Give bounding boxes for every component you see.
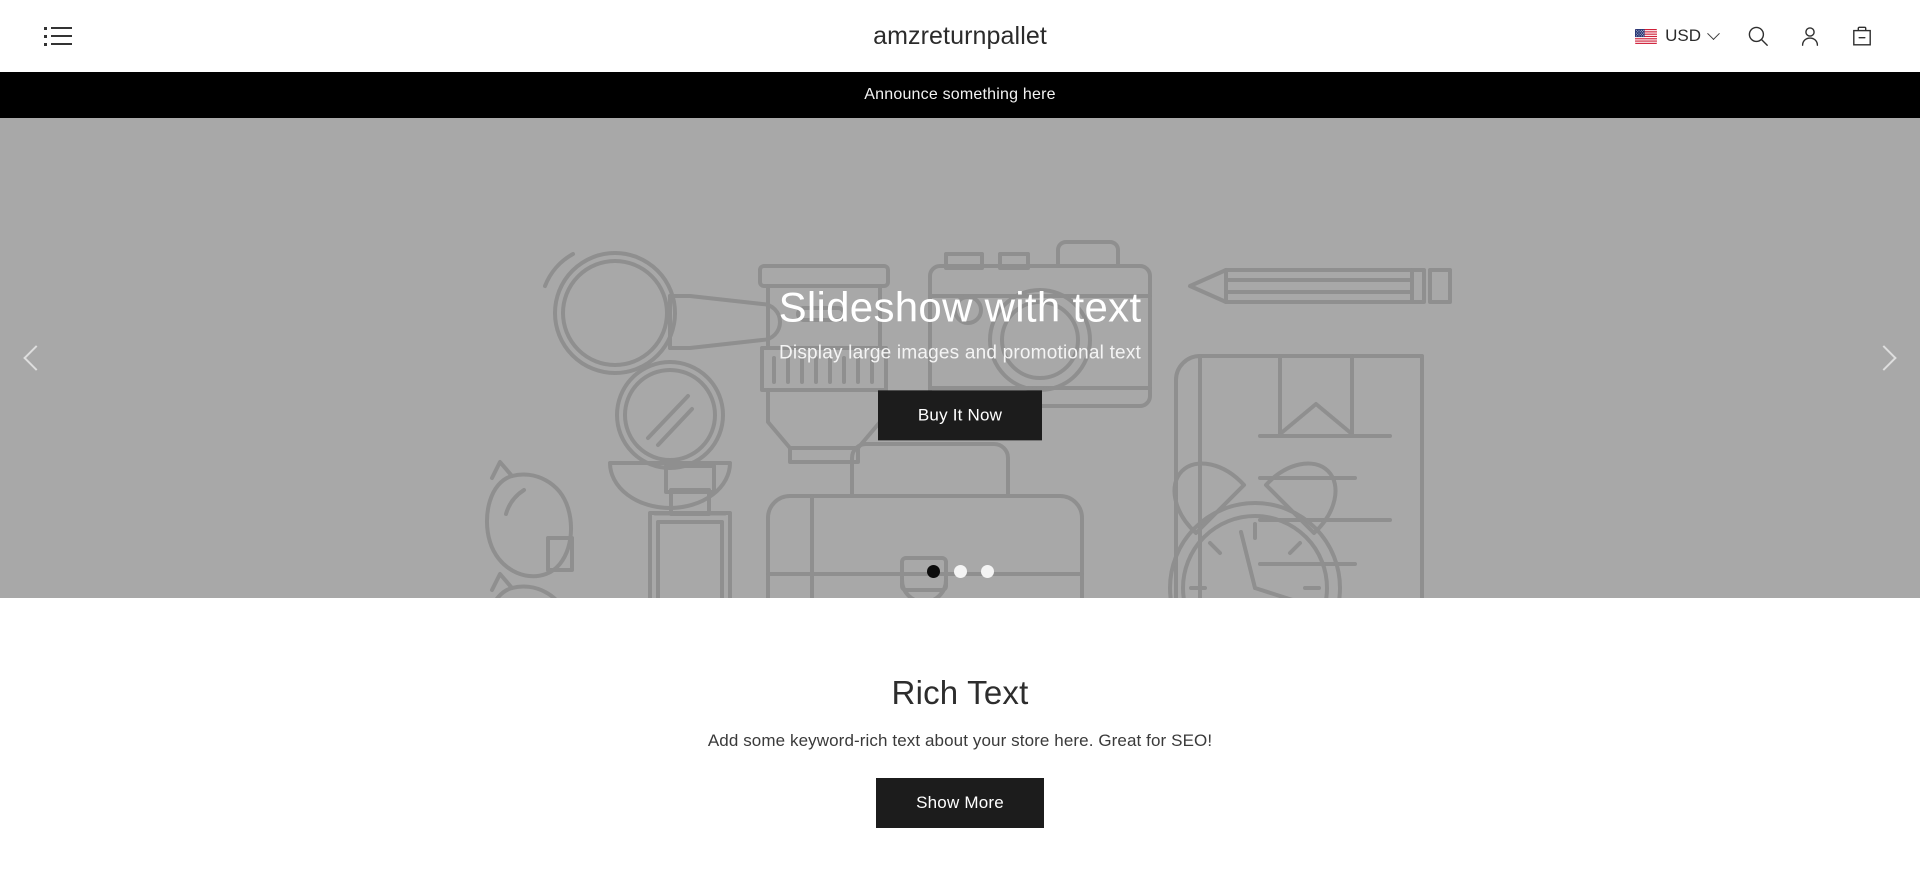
rich-text-section: Rich Text Add some keyword-rich text abo…: [0, 598, 1920, 828]
announcement-text: Announce something here: [864, 86, 1056, 103]
slideshow-dot-2[interactable]: [953, 565, 967, 578]
hamburger-menu-button[interactable]: [36, 16, 76, 56]
account-icon: [1799, 25, 1821, 47]
search-icon: [1747, 25, 1769, 47]
menu-bullet-icon: [44, 34, 47, 38]
menu-bar-icon: [51, 35, 72, 37]
currency-code-label: USD: [1665, 26, 1701, 45]
search-button[interactable]: [1736, 14, 1780, 58]
buy-it-now-button[interactable]: Buy It Now: [877, 390, 1043, 441]
menu-line-3: [44, 42, 76, 46]
menu-bar-icon: [51, 27, 72, 29]
chevron-right-icon: [1871, 345, 1897, 371]
us-flag-icon: [1635, 28, 1658, 44]
chevron-down-icon: [1707, 26, 1720, 40]
menu-line-1: [44, 26, 76, 30]
chevron-left-icon: [23, 345, 49, 371]
slideshow-prev-button[interactable]: [10, 332, 62, 384]
hero-slideshow: Slideshow with text Display large images…: [0, 118, 1920, 598]
slideshow-dot-3[interactable]: [980, 565, 994, 578]
rich-text-heading: Rich Text: [891, 674, 1029, 711]
slideshow-next-button[interactable]: [1858, 332, 1910, 384]
show-more-button[interactable]: Show More: [876, 778, 1044, 828]
menu-bullet-icon: [44, 26, 47, 30]
slideshow-heading: Slideshow with text: [778, 283, 1142, 331]
menu-line-2: [44, 34, 76, 38]
account-button[interactable]: [1788, 14, 1832, 58]
cart-button[interactable]: [1840, 14, 1884, 58]
slideshow-content: Slideshow with text Display large images…: [0, 275, 1920, 441]
currency-selector[interactable]: USD: [1625, 20, 1728, 52]
menu-bar-icon: [51, 43, 72, 45]
shopping-bag-icon: [1851, 25, 1873, 47]
announcement-bar: Announce something here: [0, 72, 1920, 118]
slideshow-pagination: [0, 565, 1920, 578]
menu-bullet-icon: [44, 42, 47, 46]
slideshow-dot-1[interactable]: [926, 565, 940, 578]
site-header: amzreturnpallet USD: [0, 0, 1920, 72]
rich-text-body: Add some keyword-rich text about your st…: [707, 731, 1213, 750]
header-actions: USD: [1625, 14, 1884, 58]
slideshow-subheading: Display large images and promotional tex…: [779, 342, 1141, 364]
